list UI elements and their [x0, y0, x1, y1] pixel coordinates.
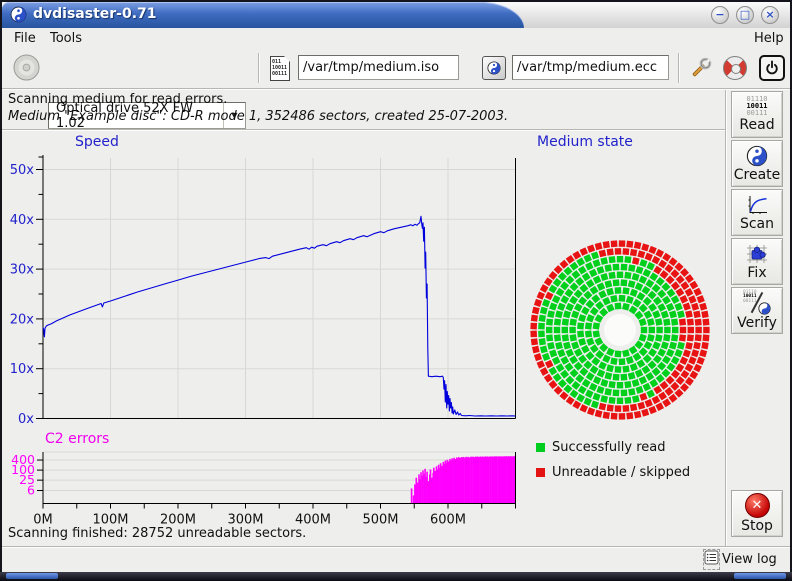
ecc-file-button[interactable] [479, 53, 509, 83]
svg-text:500M: 500M [362, 513, 398, 528]
svg-text:40x: 40x [10, 213, 35, 228]
wrench-icon [688, 55, 714, 81]
window-bottom-border [0, 572, 792, 581]
create-button[interactable]: Create [731, 140, 783, 187]
svg-text:0x: 0x [18, 412, 34, 427]
status-line-1: Scanning medium for read errors. [8, 92, 227, 107]
stop-label: Stop [741, 518, 773, 534]
scan-chart-icon [745, 194, 769, 216]
preferences-button[interactable] [686, 52, 716, 84]
legend-label-read: Successfully read [552, 440, 665, 455]
ecc-file-icon [482, 56, 506, 80]
c2-chart-title: C2 errors [45, 431, 109, 447]
close-button[interactable]: × [761, 6, 779, 24]
scan-button[interactable]: Scan [731, 189, 783, 236]
svg-text:10x: 10x [10, 362, 35, 377]
image-file-input[interactable] [298, 55, 459, 80]
create-yinyang-icon [746, 145, 768, 167]
toolbar-separator [258, 53, 260, 83]
legend-item-unreadable: Unreadable / skipped [536, 465, 690, 480]
status-bottom: Scanning finished: 28752 unreadable sect… [8, 526, 306, 541]
svg-text:50x: 50x [10, 163, 35, 178]
close-icon: × [765, 8, 774, 21]
medium-state-disc [522, 234, 722, 428]
toolbar: Optical drive 52X FW 1.02 ▼ 011 10011 00… [2, 48, 790, 88]
menubar: File Tools Help [2, 28, 790, 48]
lifesaver-icon [723, 56, 747, 80]
view-log-button[interactable]: View log [704, 550, 777, 569]
view-log-label: View log [722, 552, 777, 567]
image-file-button[interactable]: 011 10011 00111 [266, 53, 294, 83]
quit-button[interactable] [757, 52, 787, 84]
svg-text:6: 6 [27, 483, 35, 498]
optical-disc-icon [13, 54, 40, 81]
resize-grip-left[interactable] [6, 573, 58, 579]
maximize-button[interactable]: □ [736, 6, 754, 24]
stop-button[interactable]: ✕ Stop [731, 490, 783, 537]
legend-label-unreadable: Unreadable / skipped [552, 465, 690, 480]
view-log-icon [704, 550, 719, 569]
medium-state-title: Medium state [537, 134, 633, 150]
verify-button[interactable]: 01110 10011 00111 Verify [731, 287, 783, 334]
svg-text:20x: 20x [10, 312, 35, 327]
menu-file[interactable]: File [10, 30, 40, 47]
app-window: dvdisaster-0.71 − □ × File Tools Help Op… [0, 0, 792, 581]
app-yinyang-icon [10, 6, 27, 27]
separator-toolbar [2, 88, 790, 90]
select-drive-button[interactable] [10, 51, 42, 83]
ecc-file-input[interactable] [512, 55, 669, 80]
menu-tools[interactable]: Tools [46, 30, 86, 47]
svg-text:600M: 600M [430, 513, 466, 528]
sidebar-separator [725, 90, 727, 546]
stop-icon: ✕ [745, 493, 770, 518]
read-binary-icon: 01110 10011 00111 [746, 96, 767, 117]
minimize-icon: − [715, 8, 724, 21]
create-label: Create [734, 167, 781, 183]
fix-button[interactable]: Fix [731, 238, 783, 285]
power-icon [759, 55, 785, 81]
svg-text:30x: 30x [10, 263, 35, 278]
separator-footer [2, 546, 790, 548]
maximize-icon: □ [740, 8, 750, 21]
window-title: dvdisaster-0.71 [33, 6, 157, 22]
fix-label: Fix [747, 265, 766, 281]
fix-puzzle-icon [745, 243, 769, 265]
scan-label: Scan [740, 216, 774, 232]
minimize-button[interactable]: − [711, 6, 729, 24]
toolbar-separator-2 [678, 53, 680, 83]
resize-grip-right[interactable] [734, 573, 786, 579]
read-label: Read [739, 117, 774, 133]
help-button[interactable] [721, 53, 749, 83]
read-button[interactable]: 01110 10011 00111 Read [731, 91, 783, 138]
menu-help[interactable]: Help [750, 30, 788, 47]
iso-image-icon: 011 10011 00111 [270, 56, 290, 81]
legend-red-swatch-icon [536, 468, 545, 477]
status-line-2: Medium "Example disc": CD-R mode 1, 3524… [8, 109, 508, 124]
verify-label: Verify [737, 315, 777, 331]
verify-icon: 01110 10011 00111 [743, 291, 771, 315]
separator-status [2, 129, 725, 131]
legend-green-swatch-icon [536, 443, 545, 452]
legend-item-read: Successfully read [536, 440, 665, 455]
